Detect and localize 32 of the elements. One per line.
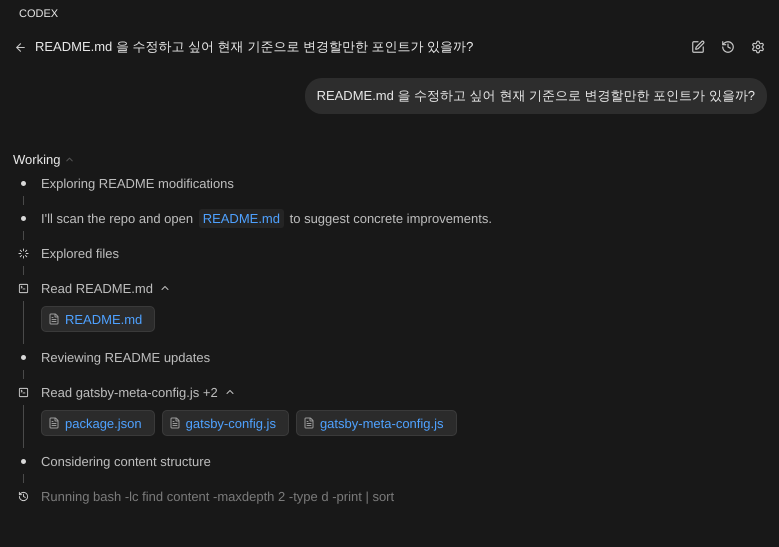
file-icon xyxy=(48,417,60,429)
terminal-icon xyxy=(18,386,28,398)
terminal-icon xyxy=(18,282,28,294)
file-chip[interactable]: README.md xyxy=(41,306,156,332)
working-toggle[interactable]: Working xyxy=(13,152,76,167)
file-icon xyxy=(48,313,60,325)
step-text: Explored files xyxy=(41,246,120,260)
step-text: I'll scan the repo and open README.md to suggest concrete improvements. xyxy=(41,210,492,226)
settings-button[interactable] xyxy=(751,40,765,54)
step-text: Considering content structure xyxy=(41,454,211,468)
thread-title: README.md 을 수정하고 싶어 현재 기준으로 변경할만한 포인트가 있을까? xyxy=(35,38,474,56)
step-text: Running bash -lc find content -maxdepth 2 -type d -print | sort xyxy=(41,488,394,504)
file-chip[interactable]: gatsby-meta-config.js xyxy=(296,410,457,436)
user-message: README.md 을 수정하고 싶어 현재 기준으로 변경할만한 포인트가 있을까? xyxy=(304,78,767,114)
back-button[interactable] xyxy=(14,40,27,54)
step-text: Read gatsby-meta-config.js +2 xyxy=(41,384,218,400)
bullet-icon xyxy=(20,216,26,220)
spinner-icon xyxy=(18,248,28,258)
step-text: Read README.md xyxy=(41,280,153,296)
bullet-icon xyxy=(20,180,26,186)
file-icon xyxy=(168,417,181,429)
bullet-icon xyxy=(20,354,26,360)
step-text: Reviewing README updates xyxy=(41,350,210,364)
file-chip[interactable]: package.json xyxy=(41,410,155,436)
step-text: Exploring README modifications xyxy=(41,176,234,190)
progress-icon xyxy=(18,490,28,502)
file-chip[interactable]: gatsby-config.js xyxy=(162,410,289,436)
bullet-icon xyxy=(20,458,26,464)
edit-button[interactable] xyxy=(691,40,705,54)
file-icon xyxy=(302,417,315,429)
history-button[interactable] xyxy=(721,40,735,54)
app-label: CODEX xyxy=(18,7,60,22)
